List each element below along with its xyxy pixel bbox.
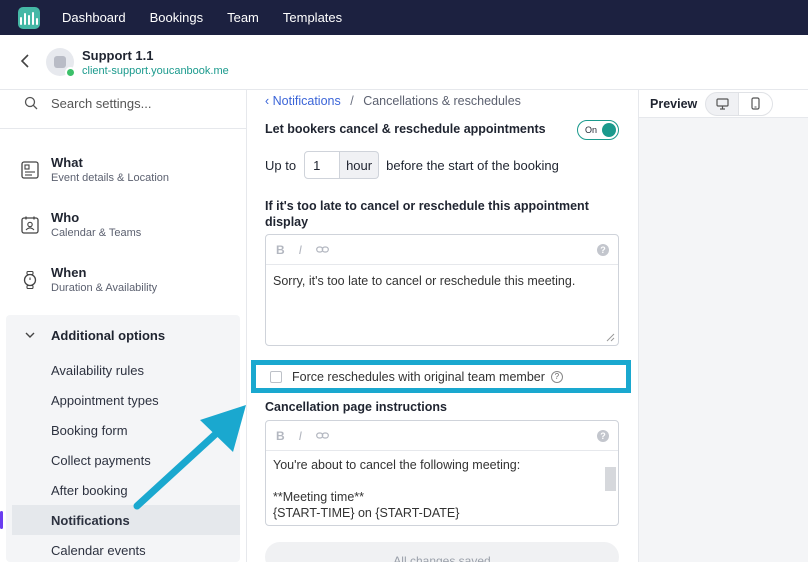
- nav-dashboard[interactable]: Dashboard: [62, 10, 126, 25]
- sidebar-section-who[interactable]: Who Calendar & Teams: [0, 197, 246, 252]
- desktop-preview-button[interactable]: [705, 91, 740, 116]
- editor-toolbar: B I ?: [266, 235, 618, 265]
- top-nav: Dashboard Bookings Team Templates: [0, 0, 808, 35]
- sidebar-item-availability-rules[interactable]: Availability rules: [6, 355, 240, 385]
- nav-team[interactable]: Team: [227, 10, 259, 25]
- too-late-message-input[interactable]: Sorry, it's too late to cancel or resche…: [266, 265, 618, 297]
- nav-bookings[interactable]: Bookings: [150, 10, 203, 25]
- instructions-line: **Meeting time**: [273, 490, 365, 504]
- cancellation-instructions-input[interactable]: You're about to cancel the following mee…: [266, 451, 618, 525]
- instructions-line: {START-TIME} on {START-DATE}: [273, 506, 460, 520]
- bold-button[interactable]: B: [276, 243, 285, 257]
- instructions-line: You're about to cancel the following mee…: [273, 458, 521, 472]
- force-reschedule-option: Force reschedules with original team mem…: [251, 360, 631, 393]
- bold-button[interactable]: B: [276, 429, 285, 443]
- toggle-knob: [602, 123, 616, 137]
- sidebar-section-subtitle: Calendar & Teams: [51, 227, 142, 239]
- cancellation-instructions-editor: B I ? You're about to cancel the followi…: [265, 420, 619, 526]
- sidebar-item-calendar-events[interactable]: Calendar events: [6, 535, 240, 562]
- app-logo-icon[interactable]: [18, 6, 40, 29]
- preview-header: Preview: [639, 90, 808, 118]
- nav-templates[interactable]: Templates: [283, 10, 342, 25]
- too-late-label: If it's too late to cancel or reschedule…: [265, 199, 589, 229]
- document-icon: [21, 160, 39, 179]
- editor-toolbar: B I ?: [266, 421, 618, 451]
- chevron-down-icon: [25, 332, 35, 338]
- help-circle-icon[interactable]: ?: [550, 370, 563, 383]
- monitor-icon: [716, 97, 729, 110]
- avatar: [46, 48, 76, 78]
- settings-sidebar: Search settings... What Event details & L…: [0, 90, 247, 562]
- sidebar-section-subtitle: Duration & Availability: [51, 282, 158, 294]
- additional-options-toggle[interactable]: Additional options: [6, 315, 240, 355]
- cancel-reschedule-toggle[interactable]: On: [577, 120, 619, 140]
- sidebar-section-subtitle: Event details & Location: [51, 172, 170, 184]
- sidebar-item-appointment-types[interactable]: Appointment types: [6, 385, 240, 415]
- online-status-dot: [65, 67, 76, 78]
- sidebar-item-booking-form[interactable]: Booking form: [6, 415, 240, 445]
- person-calendar-icon: [21, 216, 39, 234]
- settings-main-panel: ‹ Notifications / Cancellations & resche…: [248, 90, 637, 562]
- preview-panel: Preview: [638, 90, 808, 562]
- link-icon[interactable]: [316, 429, 329, 443]
- cancel-deadline-row: Up to 1 hour before the start of the boo…: [265, 151, 559, 179]
- sidebar-section-title: What: [51, 155, 83, 170]
- help-icon[interactable]: ?: [597, 244, 609, 256]
- mobile-preview-button[interactable]: [739, 91, 774, 116]
- toggle-state-label: On: [585, 125, 598, 135]
- sidebar-section-title: When: [51, 265, 87, 280]
- sidebar-section-when[interactable]: When Duration & Availability: [0, 252, 246, 307]
- italic-button[interactable]: I: [299, 243, 302, 257]
- sidebar-item-after-booking[interactable]: After booking: [6, 475, 240, 505]
- search-input[interactable]: Search settings...: [51, 96, 151, 111]
- breadcrumb-current: Cancellations & reschedules: [363, 94, 521, 108]
- cancellation-instructions-label: Cancellation page instructions: [265, 400, 447, 414]
- booking-page-url[interactable]: client-support.youcanbook.me: [82, 65, 229, 77]
- page-header: Support 1.1 client-support.youcanbook.me: [0, 35, 808, 90]
- force-reschedule-checkbox[interactable]: [270, 370, 282, 383]
- additional-options-title: Additional options: [51, 327, 166, 343]
- search-icon: [24, 96, 38, 110]
- breadcrumb: ‹ Notifications / Cancellations & resche…: [265, 94, 521, 108]
- instructions-line: [273, 473, 611, 489]
- breadcrumb-separator: /: [350, 94, 354, 108]
- too-late-message-editor: B I ? Sorry, it's too late to cancel or …: [265, 234, 619, 346]
- back-chevron-icon[interactable]: [20, 52, 34, 73]
- sidebar-item-collect-payments[interactable]: Collect payments: [6, 445, 240, 475]
- page-title: Support 1.1: [82, 47, 154, 63]
- sidebar-section-title: Who: [51, 210, 80, 225]
- upto-prefix: Up to: [265, 157, 297, 173]
- italic-button[interactable]: I: [299, 429, 302, 443]
- sidebar-item-notifications[interactable]: Notifications: [0, 505, 240, 535]
- save-status-button[interactable]: All changes saved: [265, 542, 619, 562]
- deadline-unit-select[interactable]: hour: [340, 151, 380, 179]
- watch-icon: [23, 270, 37, 289]
- editor-scrollbar[interactable]: [604, 459, 616, 519]
- cancel-reschedule-label: Let bookers cancel & reschedule appointm…: [265, 122, 546, 136]
- scrollbar-thumb[interactable]: [605, 467, 616, 491]
- force-reschedule-label: Force reschedules with original team mem…: [292, 369, 545, 384]
- link-icon[interactable]: [316, 243, 329, 257]
- help-icon[interactable]: ?: [597, 430, 609, 442]
- phone-icon: [751, 97, 760, 110]
- preview-title: Preview: [650, 96, 698, 111]
- additional-options-group: Additional options Availability rules Ap…: [0, 315, 240, 562]
- deadline-value-input[interactable]: 1: [304, 151, 341, 179]
- sidebar-section-what[interactable]: What Event details & Location: [0, 142, 246, 197]
- search-settings[interactable]: Search settings...: [0, 90, 246, 116]
- resize-handle-icon[interactable]: [606, 333, 615, 342]
- upto-suffix: before the start of the booking: [386, 157, 559, 173]
- breadcrumb-back-link[interactable]: ‹ Notifications: [265, 94, 341, 108]
